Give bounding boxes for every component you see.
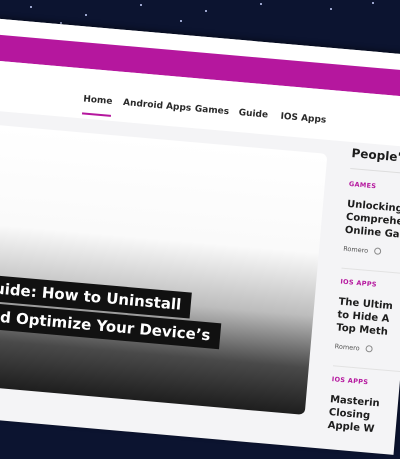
nav-home[interactable]: Home [83, 94, 113, 107]
nav-guide[interactable]: Guide [238, 108, 268, 121]
sidebar-article[interactable]: GAMES Unlocking Comprehe Online Ga Romer… [343, 180, 400, 263]
article-category[interactable]: IOS APPS [340, 278, 400, 296]
clock-icon [373, 247, 382, 255]
website-page: Home Android Apps Games Guide IOS Apps e… [0, 18, 400, 455]
article-separator [341, 267, 400, 280]
sidebar-divider [350, 167, 400, 180]
clock-icon [365, 345, 373, 353]
article-author[interactable]: Romero [343, 245, 369, 255]
popular-posts-sidebar: People's GAMES Unlocking Comprehe Online… [327, 146, 400, 435]
article-meta: Romero [343, 245, 400, 263]
article-author[interactable]: Romero [334, 342, 360, 352]
article-separator [332, 365, 400, 377]
article-title[interactable]: Masterin Closing Apple W [327, 393, 400, 442]
article-meta: Romero [334, 342, 400, 360]
sidebar-article[interactable]: IOS APPS The Ultim to Hide A Top Meth Ro… [334, 278, 400, 361]
article-category[interactable]: IOS APPS [331, 375, 400, 393]
article-title[interactable]: Unlocking Comprehe Online Ga [344, 198, 400, 247]
sidebar-article[interactable]: IOS APPS Masterin Closing Apple W [327, 375, 400, 442]
nav-games[interactable]: Games [194, 104, 229, 117]
sidebar-title: People's [350, 146, 400, 165]
article-title[interactable]: The Ultim to Hide A Top Meth [336, 295, 400, 344]
nav-ios-apps[interactable]: IOS Apps [280, 112, 327, 126]
featured-post-card[interactable]: e Guide: How to Uninstall e and Optimize… [0, 120, 328, 415]
nav-android-apps[interactable]: Android Apps [123, 98, 192, 114]
article-category[interactable]: GAMES [349, 180, 400, 198]
